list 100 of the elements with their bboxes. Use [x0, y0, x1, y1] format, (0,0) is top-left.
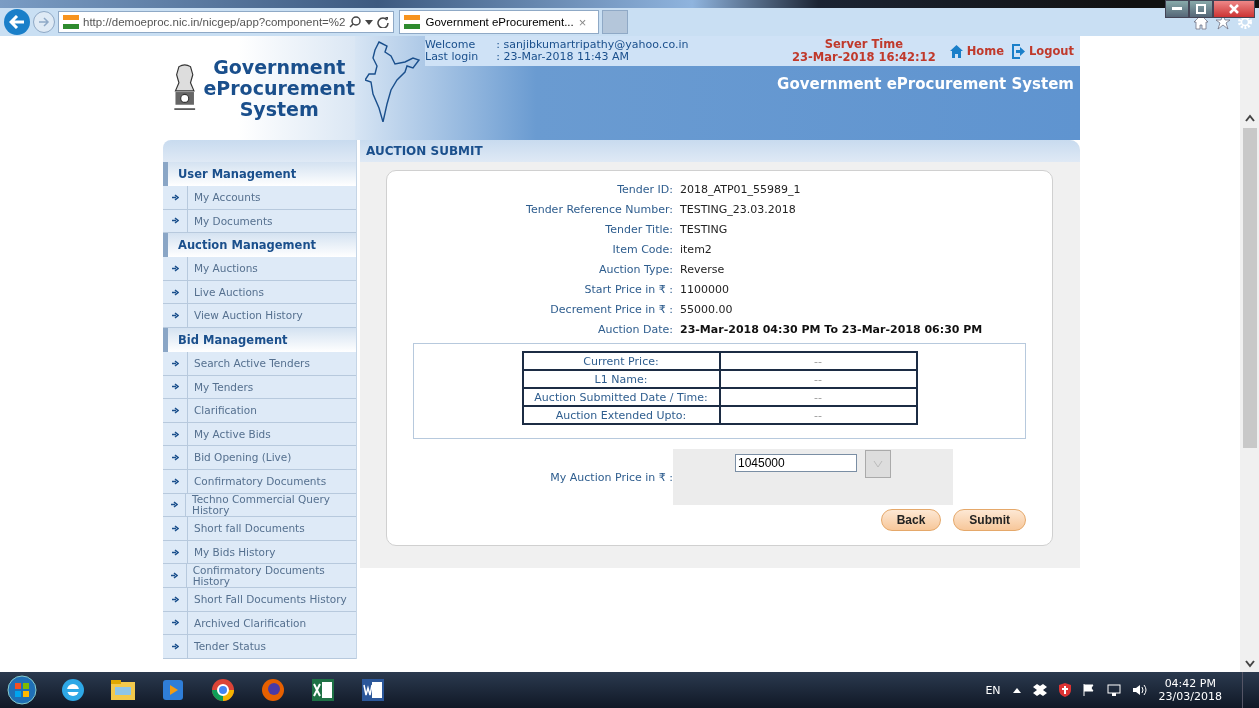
address-field[interactable]: http://demoeproc.nic.in/nicgep/app?component=%2 — [58, 11, 395, 33]
back-arrow-icon — [9, 15, 25, 29]
menu-item[interactable]: Tender Status — [163, 635, 356, 659]
restore-icon — [1196, 4, 1206, 14]
browser-icon[interactable] — [59, 676, 87, 704]
arrow-icon — [171, 312, 179, 320]
menu-item[interactable]: My Accounts — [163, 186, 356, 210]
table-cell: Auction Extended Upto: — [522, 406, 720, 424]
taskbar-clock[interactable]: 04:42 PM 23/03/2018 — [1158, 677, 1222, 703]
minimize-button[interactable] — [1165, 0, 1189, 18]
logout-icon — [1011, 43, 1025, 59]
flag-icon[interactable] — [1082, 684, 1095, 696]
scroll-down-icon[interactable] — [1244, 660, 1255, 668]
header-link[interactable]: Logout — [1011, 43, 1074, 59]
network-icon[interactable] — [1106, 684, 1121, 696]
menu-item[interactable]: My Active Bids — [163, 422, 356, 447]
logo-text: eProcurement — [203, 77, 355, 99]
menu-item[interactable]: Short fall Documents — [163, 517, 356, 541]
server-time: 23-Mar-2018 16:42:12 — [792, 51, 936, 64]
close-icon — [1229, 4, 1239, 14]
table-cell: -- — [719, 352, 917, 370]
field-label: Auction Type: — [597, 263, 673, 276]
table-cell: -- — [719, 406, 917, 424]
arrow-icon — [171, 383, 179, 391]
dropdown-icon[interactable] — [365, 19, 374, 25]
scrollbar[interactable] — [1240, 36, 1259, 672]
field-value: item2 — [680, 243, 713, 256]
search-icon[interactable] — [349, 16, 362, 28]
price-label: My Auction Price in ₹ : — [549, 469, 673, 486]
menu-item[interactable]: Confirmatory Documents History — [163, 564, 356, 588]
start-button[interactable] — [6, 674, 38, 706]
arrow-icon — [171, 288, 179, 296]
price-input[interactable]: 1045000 — [735, 454, 857, 472]
arrow-icon — [171, 193, 179, 201]
menu-item[interactable]: Confirmatory Documents — [163, 469, 356, 494]
table-cell: -- — [719, 388, 917, 406]
forward-arrow-icon — [38, 17, 50, 27]
arrow-icon — [171, 642, 179, 650]
field-value: 1100000 — [680, 283, 730, 296]
section-heading: Auction Management — [163, 233, 356, 258]
field-label: Decrement Price in ₹ : — [549, 303, 673, 316]
action-button[interactable]: Submit — [953, 509, 1026, 531]
field-value: TESTING — [680, 223, 729, 236]
welcome-label: Welcome — [425, 39, 477, 51]
section-heading: User Management — [163, 162, 356, 186]
document-icon[interactable] — [360, 677, 386, 703]
arrow-icon — [171, 524, 179, 532]
folder-icon[interactable] — [109, 677, 137, 703]
field-label: Tender ID: — [616, 183, 673, 196]
menu-item[interactable]: My Tenders — [163, 375, 356, 400]
last-login-label: Last login — [425, 51, 479, 63]
scroll-up-icon[interactable] — [1244, 114, 1255, 122]
menu-item[interactable]: My Bids History — [163, 540, 356, 565]
menu-item[interactable]: Archived Clarification — [163, 611, 356, 636]
field-label: Auction Date: — [596, 323, 673, 336]
menu-item[interactable]: View Auction History — [163, 304, 356, 328]
table-cell: -- — [719, 370, 917, 388]
menu-item[interactable]: My Documents — [163, 209, 356, 234]
field-value: 55000.00 — [680, 303, 734, 316]
browser-tab[interactable]: Government eProcurement... × — [399, 10, 600, 34]
home-icon — [949, 44, 963, 58]
header-link[interactable]: Home — [949, 43, 1004, 59]
arrow-icon — [171, 430, 179, 438]
back-button[interactable] — [4, 9, 30, 35]
menu-item[interactable]: Live Auctions — [163, 280, 356, 305]
tray-expand-icon[interactable] — [1012, 687, 1021, 693]
close-button[interactable] — [1213, 0, 1255, 18]
refresh-icon[interactable] — [377, 16, 390, 28]
menu-item[interactable]: Short Fall Documents History — [163, 587, 356, 612]
menu-item[interactable]: Bid Opening (Live) — [163, 446, 356, 470]
volume-icon[interactable] — [1132, 684, 1147, 696]
browser-icon[interactable] — [210, 677, 236, 703]
section-heading: Bid Management — [163, 327, 356, 352]
arrow-icon — [171, 595, 179, 603]
field-value: 2018_ATP01_55989_1 — [680, 183, 802, 196]
table-cell: Current Price: — [522, 352, 720, 370]
arrow-icon — [170, 572, 178, 580]
arrow-icon — [171, 359, 179, 367]
logo-text: Government — [213, 56, 346, 78]
menu-item[interactable]: Techno Commercial Query History — [163, 493, 356, 518]
language-indicator[interactable]: EN — [985, 683, 1001, 697]
action-button[interactable]: Back — [880, 509, 942, 531]
arrow-icon — [171, 548, 179, 556]
maximize-button[interactable] — [1189, 0, 1213, 18]
menu-item[interactable]: My Auctions — [163, 257, 356, 281]
shield-icon[interactable] — [1058, 683, 1071, 697]
media-player-icon[interactable] — [161, 678, 185, 702]
flag-icon — [63, 15, 79, 29]
spreadsheet-icon[interactable] — [310, 677, 336, 703]
menu-item[interactable]: Clarification — [163, 399, 356, 423]
arrow-icon — [171, 406, 179, 414]
field-label: Tender Reference Number: — [525, 203, 673, 216]
table-cell: Auction Submitted Date / Time: — [522, 388, 720, 406]
field-value: Reverse — [680, 263, 726, 276]
welcome-email: : sanjibkumartripathy@yahoo.co.in — [496, 39, 689, 51]
logo-text: System — [239, 98, 319, 120]
menu-item[interactable]: Search Active Tenders — [163, 351, 356, 376]
server-time-label: Server Time — [823, 38, 904, 51]
field-label: Tender Title: — [604, 223, 673, 236]
last-login-value: : 23-Mar-2018 11:43 AM — [496, 51, 631, 63]
